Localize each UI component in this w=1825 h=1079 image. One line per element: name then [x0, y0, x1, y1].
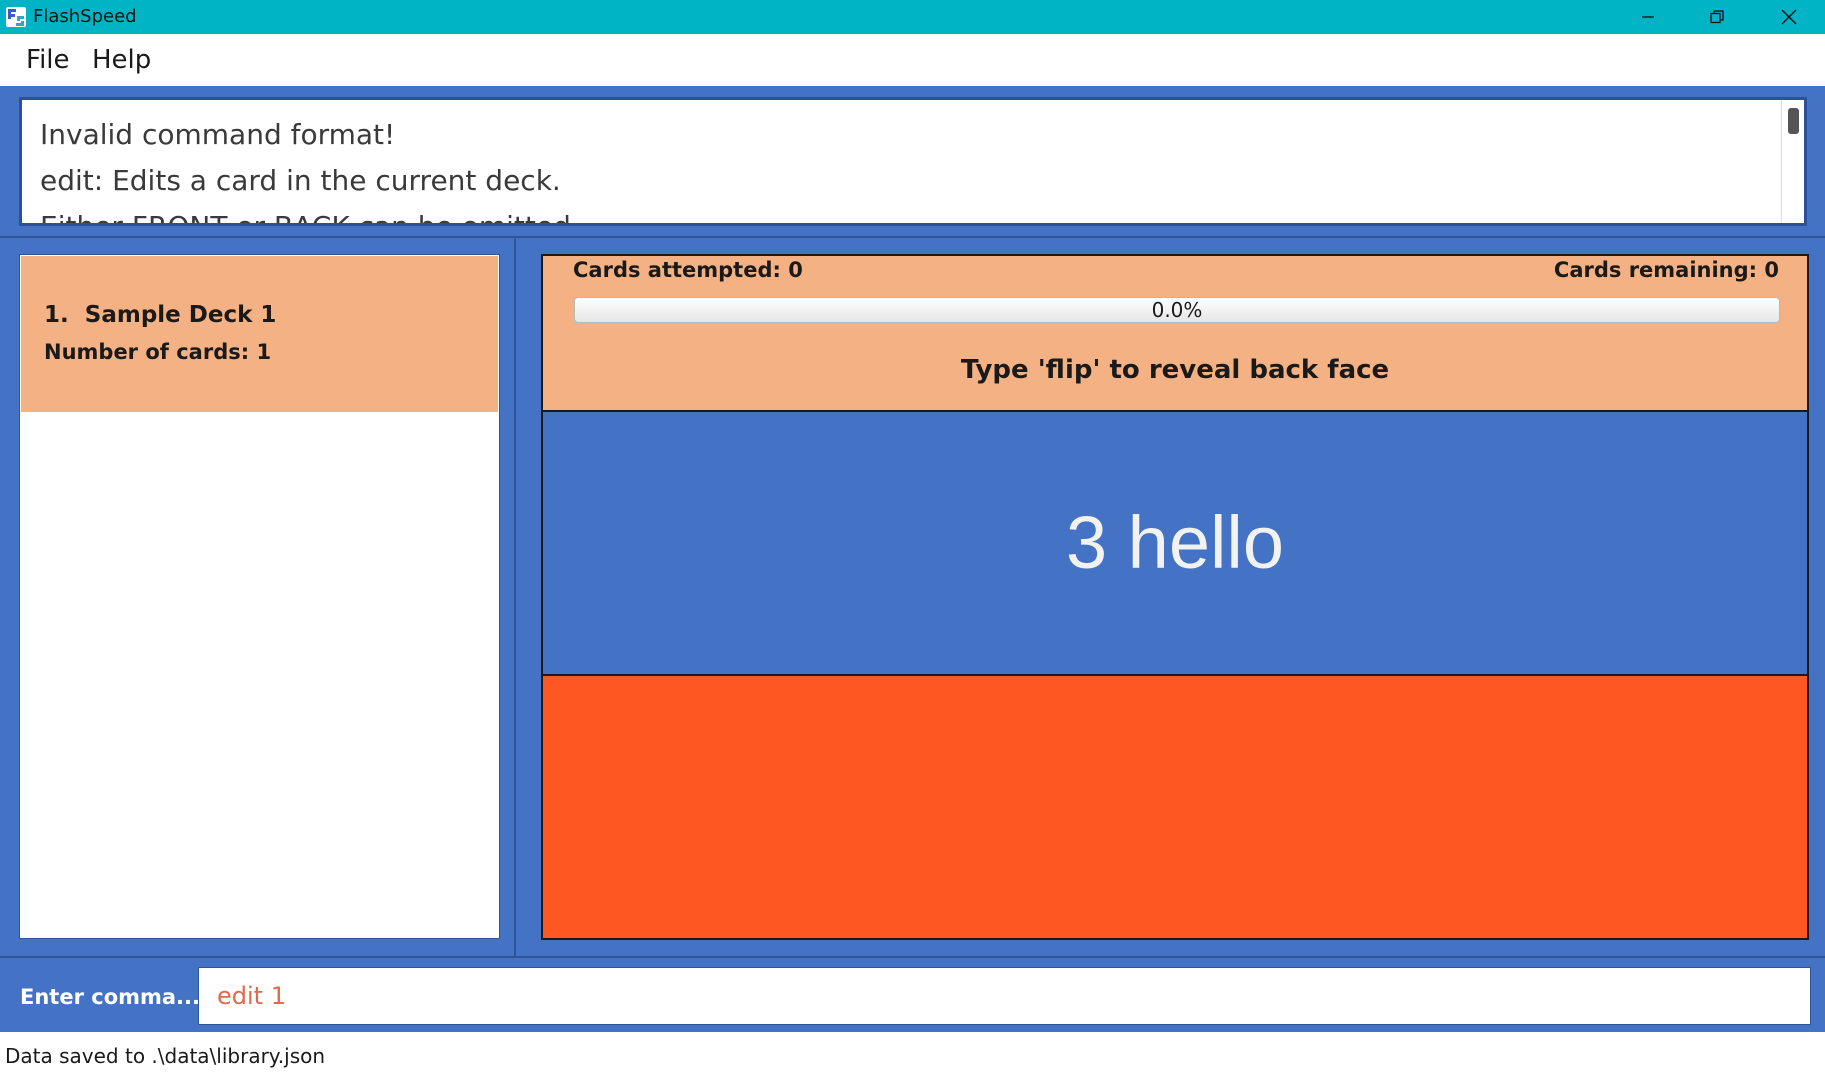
- command-input[interactable]: [198, 967, 1811, 1025]
- deck-index: 1.: [44, 302, 69, 328]
- restore-icon: [1710, 10, 1724, 24]
- status-text: Data saved to .\data\library.json: [5, 1044, 326, 1068]
- result-text: Invalid command format! edit: Edits a car…: [40, 112, 580, 223]
- minimize-button[interactable]: [1614, 0, 1682, 34]
- cards-attempted: Cards attempted: 0: [573, 258, 803, 282]
- window-title: FlashSpeed: [33, 6, 137, 27]
- menu-bar: [0, 34, 1825, 86]
- flip-hint: Type 'flip' to reveal back face: [960, 355, 1390, 385]
- scrollbar-thumb[interactable]: [1788, 108, 1799, 134]
- card-back-face: [541, 674, 1809, 940]
- top-divider: [0, 236, 1825, 238]
- result-line-3: Either FRONT or BACK can be omitted.: [40, 204, 580, 223]
- result-line-2: edit: Edits a card in the current deck.: [40, 164, 561, 197]
- card-front-text: 3 hello: [1065, 501, 1285, 584]
- flashspeed-app-icon: [5, 6, 27, 28]
- minimize-icon: [1642, 16, 1654, 18]
- cards-remaining: Cards remaining: 0: [1553, 258, 1779, 282]
- menu-help[interactable]: Help: [92, 34, 151, 86]
- deck-title: 1. Sample Deck 1: [44, 302, 276, 328]
- menu-file[interactable]: File: [26, 34, 70, 86]
- close-button[interactable]: [1755, 0, 1823, 34]
- title-bar: [0, 0, 1825, 34]
- panel-divider[interactable]: [514, 238, 516, 958]
- bottom-divider: [0, 956, 1825, 958]
- deck-name: Sample Deck 1: [84, 302, 277, 328]
- result-scrollbar[interactable]: [1781, 100, 1804, 223]
- result-line-1: Invalid command format!: [40, 118, 396, 151]
- progress-text: 0.0%: [1151, 298, 1203, 322]
- result-display[interactable]: Invalid command format! edit: Edits a car…: [19, 97, 1807, 226]
- restore-button[interactable]: [1683, 0, 1751, 34]
- close-icon: [1781, 9, 1797, 25]
- deck-list-item[interactable]: [21, 256, 498, 412]
- deck-card-count: Number of cards: 1: [44, 340, 272, 364]
- command-label: Enter comma...: [20, 985, 200, 1009]
